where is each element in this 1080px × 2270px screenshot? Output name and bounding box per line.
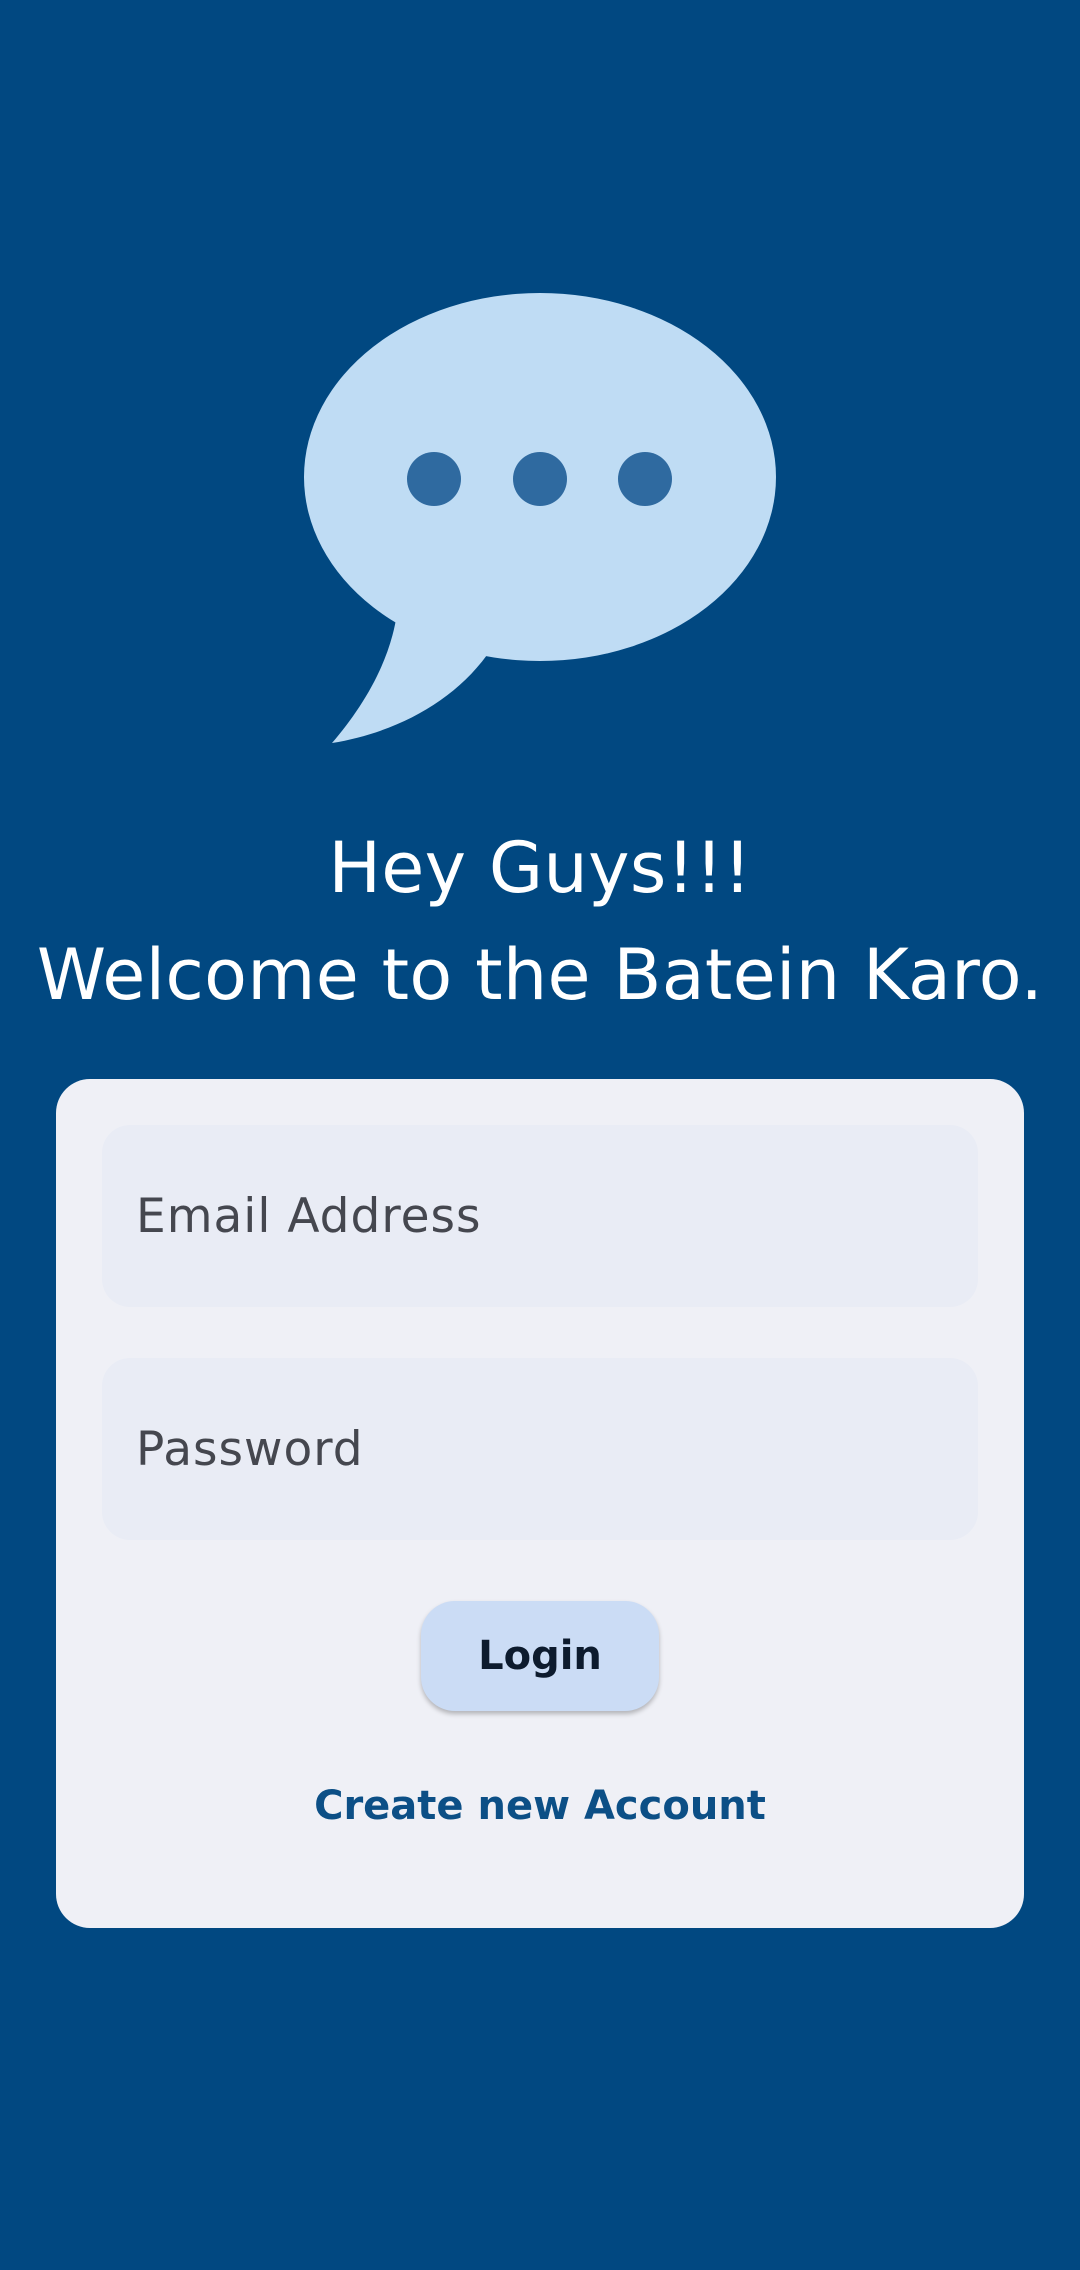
password-input[interactable] xyxy=(136,1421,978,1477)
greeting-line-1: Hey Guys!!! xyxy=(328,827,752,909)
email-field[interactable] xyxy=(102,1125,978,1307)
login-button[interactable]: Login xyxy=(421,1601,659,1711)
welcome-heading: Hey Guys!!! Welcome to the Batein Karo. xyxy=(0,815,1080,1029)
login-card: Login Create new Account xyxy=(56,1079,1024,1928)
dot-left xyxy=(407,452,461,506)
dot-right xyxy=(618,452,672,506)
dot-middle xyxy=(513,452,567,506)
create-account-link[interactable]: Create new Account xyxy=(56,1783,1024,1829)
email-input[interactable] xyxy=(136,1188,978,1244)
chat-bubble-icon xyxy=(302,293,778,743)
password-field[interactable] xyxy=(102,1358,978,1540)
greeting-line-2: Welcome to the Batein Karo. xyxy=(36,934,1044,1016)
